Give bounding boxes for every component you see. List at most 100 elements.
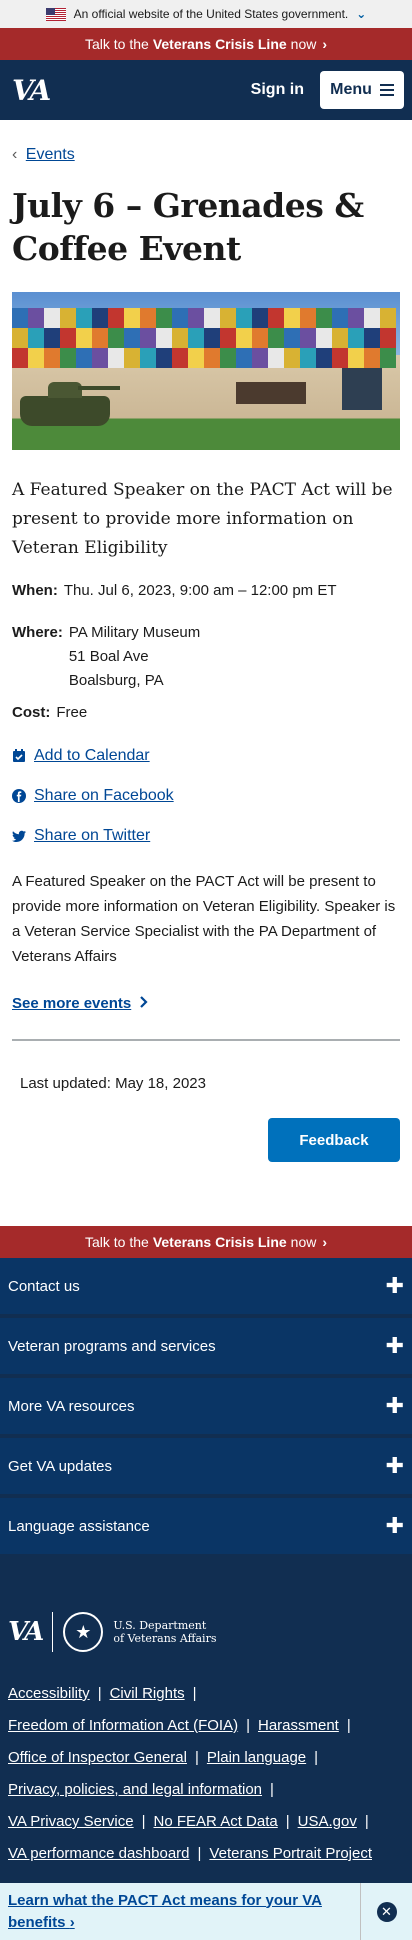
banner-stripe xyxy=(348,328,364,348)
tank-shape xyxy=(20,382,120,426)
breadcrumb: ‹ Events xyxy=(12,146,400,164)
see-more-events-link[interactable]: See more events xyxy=(12,995,149,1012)
banner-stripe xyxy=(380,308,396,328)
separator: | xyxy=(192,1685,197,1702)
banner-stripe xyxy=(380,348,396,368)
share-twitter[interactable]: Share on Twitter xyxy=(12,827,400,845)
banner-stripe xyxy=(204,348,220,368)
separator: | xyxy=(194,1749,199,1766)
footer-links-row: Office of Inspector General | Plain langua… xyxy=(8,1742,404,1774)
banner-stripe xyxy=(268,308,284,328)
crisis-prefix: Talk to the xyxy=(84,1234,149,1250)
banner-stripe xyxy=(300,328,316,348)
share-facebook-link[interactable]: Share on Facebook xyxy=(34,787,174,805)
site-footer: VA ★ U.S. Department of Veterans Affairs… xyxy=(0,1558,412,1928)
banner-stripe xyxy=(92,348,108,368)
link-va-privacy[interactable]: VA Privacy Service xyxy=(8,1813,134,1830)
share-twitter-link[interactable]: Share on Twitter xyxy=(34,827,150,845)
link-privacy[interactable]: Privacy, policies, and legal information xyxy=(8,1781,262,1798)
where-label: Where: xyxy=(12,624,63,641)
crisis-suffix: now xyxy=(290,1234,317,1250)
link-dashboard[interactable]: VA performance dashboard xyxy=(8,1845,190,1862)
where-line2: 51 Boal Ave xyxy=(68,648,149,665)
feedback-button[interactable]: Feedback xyxy=(268,1118,400,1162)
accordion-contact-us[interactable]: Contact us ✚ xyxy=(0,1258,412,1316)
link-portrait[interactable]: Veterans Portrait Project xyxy=(209,1845,372,1862)
gov-banner-text: An official website of the United States… xyxy=(73,7,349,21)
link-harassment[interactable]: Harassment xyxy=(258,1717,339,1734)
banner-stripe xyxy=(316,308,332,328)
site-header: VA Sign in Menu xyxy=(0,60,412,120)
link-plain-language[interactable]: Plain language xyxy=(207,1749,306,1766)
accordion-veteran-programs[interactable]: Veteran programs and services ✚ xyxy=(0,1318,412,1376)
banner-stripe xyxy=(12,328,28,348)
footer-links-row: Accessibility | Civil Rights | xyxy=(8,1678,404,1710)
sign-in-link[interactable]: Sign in xyxy=(251,81,304,99)
menu-label: Menu xyxy=(330,81,372,98)
banner-stripe xyxy=(332,328,348,348)
chevron-right-icon: › xyxy=(322,1234,328,1250)
banner-stripe xyxy=(92,328,108,348)
accordion-more-resources[interactable]: More VA resources ✚ xyxy=(0,1378,412,1436)
accordion-language-assistance[interactable]: Language assistance ✚ xyxy=(0,1498,412,1556)
calendar-icon xyxy=(12,749,26,763)
dept-line2: of Veterans Affairs xyxy=(113,1632,217,1645)
banner-stripe xyxy=(220,308,236,328)
link-usa-gov[interactable]: USA.gov xyxy=(298,1813,357,1830)
footer-links: Accessibility | Civil Rights | Freedom of I… xyxy=(8,1678,404,1870)
banner-stripe xyxy=(236,328,252,348)
banner-stripe xyxy=(108,328,124,348)
separator: | xyxy=(197,1845,202,1862)
last-updated: Last updated: May 18, 2023 xyxy=(20,1075,206,1092)
footer-logo[interactable]: VA ★ U.S. Department of Veterans Affairs xyxy=(8,1612,404,1652)
link-oig[interactable]: Office of Inspector General xyxy=(8,1749,187,1766)
event-lead: A Featured Speaker on the PACT Act will … xyxy=(12,480,393,558)
logo-divider xyxy=(52,1612,54,1652)
banner-stripe xyxy=(124,328,140,348)
banner-stripe xyxy=(284,348,300,368)
crisis-bold: Veterans Crisis Line xyxy=(152,36,287,52)
crisis-suffix: now xyxy=(290,36,317,52)
banner-stripe xyxy=(332,308,348,328)
menu-button[interactable]: Menu xyxy=(320,71,404,109)
chevron-down-icon[interactable]: ⌄ xyxy=(356,7,366,21)
banner-stripe xyxy=(44,348,60,368)
crisis-prefix: Talk to the xyxy=(84,36,149,52)
event-when: When: Thu. Jul 6, 2023, 9:00 am – 12:00 … xyxy=(12,579,400,603)
link-foia[interactable]: Freedom of Information Act (FOIA) xyxy=(8,1717,238,1734)
accordion-va-updates[interactable]: Get VA updates ✚ xyxy=(0,1438,412,1496)
add-to-calendar-link[interactable]: Add to Calendar xyxy=(34,747,150,765)
banner-stripe xyxy=(188,308,204,328)
share-facebook[interactable]: Share on Facebook xyxy=(12,787,400,805)
where-line3: Boalsburg, PA xyxy=(68,672,164,689)
gov-banner[interactable]: An official website of the United States… xyxy=(0,0,412,28)
accordion-label: Contact us xyxy=(8,1277,80,1295)
plus-icon: ✚ xyxy=(385,1273,404,1298)
divider xyxy=(12,1039,400,1041)
accordion-label: Get VA updates xyxy=(8,1457,112,1475)
us-flag-icon xyxy=(45,7,66,21)
link-accessibility[interactable]: Accessibility xyxy=(8,1685,90,1702)
pact-act-link[interactable]: Learn what the PACT Act means for your V… xyxy=(0,1890,360,1934)
add-to-calendar[interactable]: Add to Calendar xyxy=(12,747,400,765)
banner-stripe xyxy=(172,348,188,368)
feedback-row: Feedback xyxy=(12,1118,400,1162)
banner-stripe xyxy=(348,308,364,328)
crisis-line-footer-banner[interactable]: Talk to the Veterans Crisis Line now › xyxy=(0,1226,412,1258)
breadcrumb-events-link[interactable]: Events xyxy=(26,146,75,163)
link-civil-rights[interactable]: Civil Rights xyxy=(110,1685,185,1702)
banner-stripe xyxy=(76,308,92,328)
banner-stripe xyxy=(364,308,380,328)
plus-icon: ✚ xyxy=(385,1393,404,1418)
va-logo[interactable]: VA xyxy=(12,74,51,107)
crisis-line-banner[interactable]: Talk to the Veterans Crisis Line now › xyxy=(0,28,412,60)
museum-banners xyxy=(12,308,400,368)
hamburger-icon xyxy=(379,84,394,96)
close-banner-button[interactable]: ✕ xyxy=(360,1883,412,1940)
banner-stripe xyxy=(236,348,252,368)
banner-stripe xyxy=(156,308,172,328)
va-seal-icon: ★ xyxy=(63,1612,104,1652)
link-no-fear[interactable]: No FEAR Act Data xyxy=(154,1813,278,1830)
footer-links-row: Privacy, policies, and legal information… xyxy=(8,1774,404,1806)
banner-stripe xyxy=(44,328,60,348)
